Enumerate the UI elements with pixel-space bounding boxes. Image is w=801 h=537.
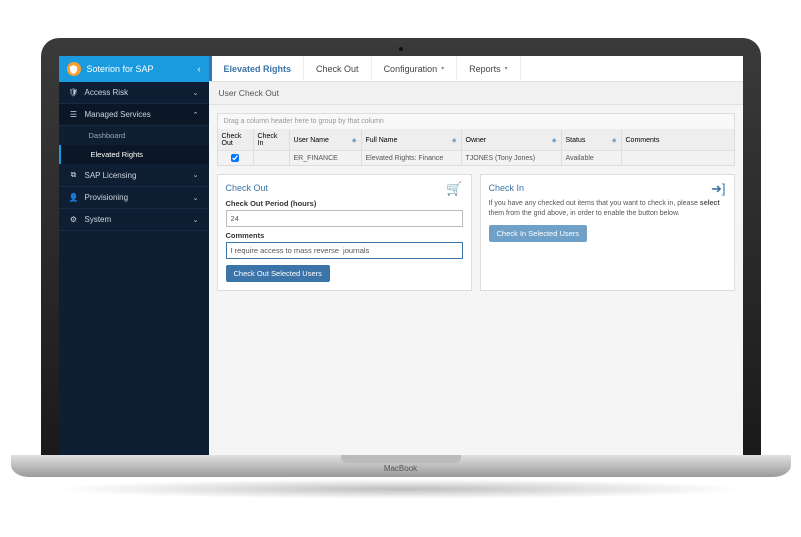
user-icon: 👤: [69, 193, 79, 202]
data-grid: Drag a column header here to group by th…: [217, 113, 735, 166]
tab-configuration[interactable]: Configuration ▾: [372, 56, 458, 81]
check-in-card: ➜] Check In If you have any checked out …: [480, 174, 735, 291]
grid-header: Check Out Check In User Name◆ Full Name◆…: [218, 130, 734, 150]
row-status: Available: [562, 150, 622, 165]
sidebar-item-label: System: [85, 215, 112, 224]
sidebar-collapse-icon[interactable]: ‹: [198, 64, 201, 74]
laptop-shadow: [51, 479, 751, 499]
table-row[interactable]: ER_FINANCE Elevated Rights: Finance TJON…: [218, 150, 734, 165]
sort-icon: ◆: [612, 137, 617, 144]
tab-label: Reports: [469, 64, 501, 74]
brand-bar: Soterion for SAP ‹: [59, 56, 209, 82]
comments-label: Comments: [226, 231, 463, 240]
sidebar-item-label: Managed Services: [85, 110, 151, 119]
caret-down-icon: ▾: [505, 65, 508, 72]
tab-label: Check Out: [316, 64, 359, 74]
caret-down-icon: ▾: [441, 65, 444, 72]
check-in-button[interactable]: Check In Selected Users: [489, 225, 588, 242]
row-comments: [622, 150, 734, 165]
sidebar-item-label: Access Risk: [85, 88, 129, 97]
chevron-down-icon: ⌄: [193, 171, 199, 179]
check-out-card: 🛒 Check Out Check Out Period (hours) Com…: [217, 174, 472, 291]
chevron-up-icon: ⌃: [193, 111, 199, 119]
card-title: Check In: [489, 183, 726, 193]
tab-reports[interactable]: Reports ▾: [457, 56, 521, 81]
sidebar-item-managed-services[interactable]: ☰ Managed Services ⌃: [59, 104, 209, 126]
sort-icon: ◆: [452, 137, 457, 144]
col-status[interactable]: Status◆: [562, 130, 622, 150]
sidebar-item-label: Provisioning: [85, 193, 129, 202]
tab-check-out[interactable]: Check Out: [304, 56, 372, 81]
period-input[interactable]: [226, 210, 463, 227]
sidebar-item-provisioning[interactable]: 👤 Provisioning ⌄: [59, 187, 209, 209]
sidebar-subitem-dashboard[interactable]: Dashboard: [59, 126, 209, 145]
sidebar-item-system[interactable]: ⚙ System ⌄: [59, 209, 209, 231]
row-check-in: [254, 150, 290, 165]
sidebar-item-label: SAP Licensing: [85, 171, 137, 180]
col-check-in[interactable]: Check In: [254, 130, 290, 150]
card-title: Check Out: [226, 183, 463, 193]
brand-logo-icon: [67, 62, 81, 76]
laptop-base: MacBook: [11, 455, 791, 477]
sidebar-item-access-risk[interactable]: 🛡 Access Risk ⌄: [59, 82, 209, 104]
layers-icon: ☰: [69, 110, 79, 119]
row-user-name: ER_FINANCE: [290, 150, 362, 165]
login-icon: ➜]: [711, 181, 726, 197]
period-label: Check Out Period (hours): [226, 199, 463, 208]
laptop-label: MacBook: [384, 464, 417, 473]
page-title-tab: Elevated Rights: [209, 56, 305, 81]
col-user-name[interactable]: User Name◆: [290, 130, 362, 150]
topbar: Elevated Rights Check Out Configuration …: [209, 56, 743, 82]
comments-input[interactable]: [226, 242, 463, 259]
tab-label: Configuration: [384, 64, 438, 74]
check-in-help: If you have any checked out items that y…: [489, 199, 726, 219]
main: Elevated Rights Check Out Configuration …: [209, 56, 743, 456]
content: Drag a column header here to group by th…: [209, 105, 743, 456]
sidebar-subitem-elevated-rights[interactable]: Elevated Rights: [59, 145, 209, 164]
grid-group-hint[interactable]: Drag a column header here to group by th…: [218, 114, 734, 130]
col-comments[interactable]: Comments: [622, 130, 734, 150]
row-check-out[interactable]: [231, 154, 239, 162]
row-full-name: Elevated Rights: Finance: [362, 150, 462, 165]
chevron-down-icon: ⌄: [193, 89, 199, 97]
gear-icon: ⚙: [69, 215, 79, 224]
row-owner: TJONES (Tony Jones): [462, 150, 562, 165]
check-out-button[interactable]: Check Out Selected Users: [226, 265, 330, 282]
copy-icon: ⧉: [69, 170, 79, 180]
chevron-down-icon: ⌄: [193, 216, 199, 224]
sort-icon: ◆: [352, 137, 357, 144]
col-check-out[interactable]: Check Out: [218, 130, 254, 150]
sidebar: Soterion for SAP ‹ 🛡 Access Risk ⌄ ☰ Man…: [59, 56, 209, 456]
panel-title: User Check Out: [209, 82, 743, 105]
sidebar-item-sap-licensing[interactable]: ⧉ SAP Licensing ⌄: [59, 164, 209, 187]
shield-icon: 🛡: [69, 88, 79, 97]
col-full-name[interactable]: Full Name◆: [362, 130, 462, 150]
cart-icon: 🛒: [446, 181, 462, 197]
col-owner[interactable]: Owner◆: [462, 130, 562, 150]
brand-title: Soterion for SAP: [87, 64, 154, 74]
sort-icon: ◆: [552, 137, 557, 144]
chevron-down-icon: ⌄: [193, 194, 199, 202]
